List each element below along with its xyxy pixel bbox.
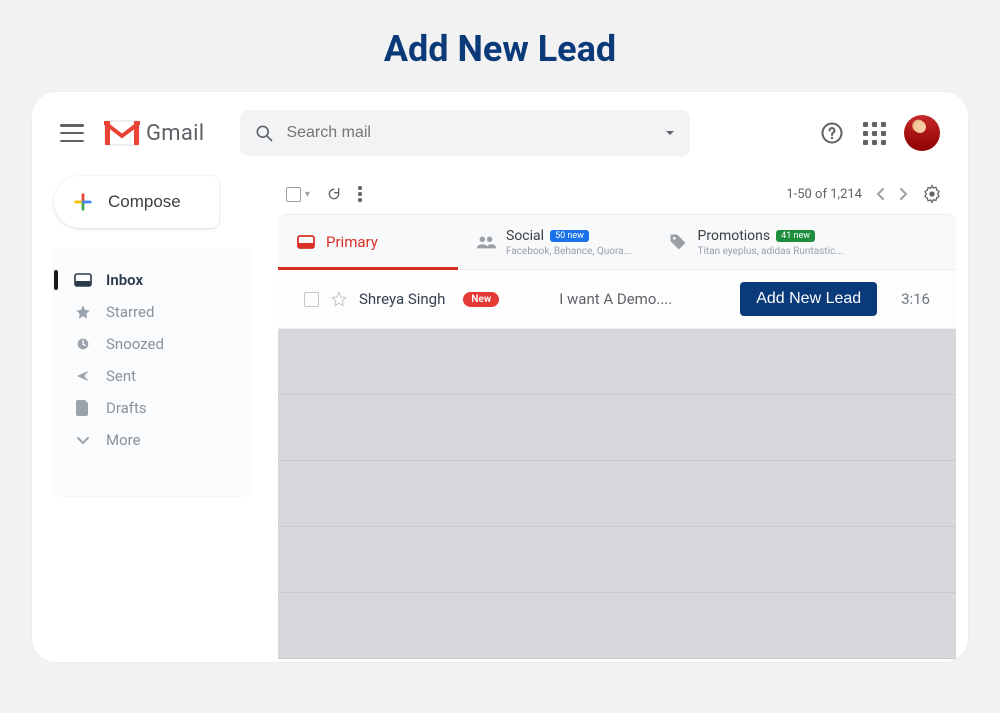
document-icon bbox=[74, 399, 92, 417]
tab-promotions[interactable]: Promotions 41 new Titan eyeplus, adidas … bbox=[650, 215, 862, 269]
new-badge: New bbox=[463, 292, 499, 307]
star-icon[interactable] bbox=[331, 291, 347, 307]
compose-button[interactable]: Compose bbox=[54, 176, 219, 228]
category-tabs: Primary Social 50 new Facebook, Behance,… bbox=[278, 214, 956, 270]
inbox-icon bbox=[74, 271, 92, 289]
list-item bbox=[278, 395, 956, 461]
chevron-down-icon bbox=[74, 431, 92, 449]
sidebar-item-label: More bbox=[106, 431, 141, 449]
email-sender: Shreya Singh bbox=[359, 290, 445, 308]
search-input[interactable] bbox=[286, 124, 652, 142]
sidebar: Compose Inbox Starred bbox=[32, 174, 260, 662]
placeholder-rows bbox=[278, 329, 956, 659]
send-icon bbox=[74, 367, 92, 385]
apps-grid-icon[interactable] bbox=[862, 121, 886, 145]
tab-badge: 41 new bbox=[776, 230, 815, 242]
sidebar-item-sent[interactable]: Sent bbox=[54, 360, 250, 392]
topbar-actions bbox=[820, 115, 940, 151]
search-options-icon[interactable] bbox=[664, 127, 676, 139]
star-icon bbox=[74, 303, 92, 321]
tab-primary[interactable]: Primary bbox=[278, 215, 458, 269]
toolbar: ▾ 1-50 of 1,214 bbox=[260, 174, 968, 214]
list-item bbox=[278, 329, 956, 395]
sidebar-item-label: Sent bbox=[106, 367, 136, 385]
inbox-icon bbox=[296, 232, 316, 252]
tab-social[interactable]: Social 50 new Facebook, Behance, Quora..… bbox=[458, 215, 650, 269]
sidebar-nav: Inbox Starred Snoozed bbox=[54, 250, 250, 496]
gmail-logo[interactable]: Gmail bbox=[104, 120, 204, 146]
tab-badge: 50 new bbox=[550, 230, 589, 242]
tab-label: Promotions bbox=[698, 228, 771, 244]
sidebar-item-label: Snoozed bbox=[106, 335, 164, 353]
page-prev-icon[interactable] bbox=[876, 187, 886, 201]
settings-icon[interactable] bbox=[922, 184, 942, 204]
menu-icon[interactable] bbox=[60, 124, 84, 142]
search-bar[interactable] bbox=[240, 110, 690, 156]
avatar[interactable] bbox=[904, 115, 940, 151]
people-icon bbox=[476, 232, 496, 252]
email-row[interactable]: Shreya Singh New I want A Demo.... Add N… bbox=[278, 270, 956, 329]
content-area: ▾ 1-50 of 1,214 bbox=[260, 174, 968, 662]
sidebar-item-starred[interactable]: Starred bbox=[54, 296, 250, 328]
page-title: Add New Lead bbox=[0, 0, 1000, 92]
sidebar-item-inbox[interactable]: Inbox bbox=[54, 264, 250, 296]
sidebar-item-label: Inbox bbox=[106, 271, 143, 289]
tab-label: Primary bbox=[326, 233, 378, 251]
topbar: Gmail bbox=[32, 92, 968, 174]
email-time: 3:16 bbox=[901, 290, 930, 308]
refresh-icon[interactable] bbox=[326, 186, 342, 202]
clock-icon bbox=[74, 335, 92, 353]
sidebar-item-snoozed[interactable]: Snoozed bbox=[54, 328, 250, 360]
list-item bbox=[278, 527, 956, 593]
list-item bbox=[278, 593, 956, 659]
sidebar-item-more[interactable]: More bbox=[54, 424, 250, 456]
add-new-lead-button[interactable]: Add New Lead bbox=[740, 282, 877, 316]
compose-label: Compose bbox=[108, 192, 181, 212]
tag-icon bbox=[668, 232, 688, 252]
sidebar-item-label: Starred bbox=[106, 303, 154, 321]
tab-label: Social bbox=[506, 228, 544, 244]
help-icon[interactable] bbox=[820, 121, 844, 145]
sidebar-item-label: Drafts bbox=[106, 399, 147, 417]
select-all-checkbox[interactable]: ▾ bbox=[286, 187, 310, 202]
row-checkbox[interactable] bbox=[304, 292, 319, 307]
tab-subtext: Facebook, Behance, Quora... bbox=[506, 246, 632, 257]
sidebar-item-drafts[interactable]: Drafts bbox=[54, 392, 250, 424]
search-icon bbox=[254, 123, 274, 143]
list-item bbox=[278, 461, 956, 527]
email-subject: I want A Demo.... bbox=[559, 290, 672, 308]
tab-subtext: Titan eyeplus, adidas Runtastic... bbox=[698, 246, 844, 257]
gmail-envelope-icon bbox=[104, 120, 140, 146]
plus-icon bbox=[72, 191, 94, 213]
gmail-wordmark: Gmail bbox=[146, 121, 204, 146]
page-next-icon[interactable] bbox=[898, 187, 908, 201]
gmail-app-window: Gmail bbox=[32, 92, 968, 662]
pagination-text: 1-50 of 1,214 bbox=[786, 187, 862, 202]
more-actions-icon[interactable] bbox=[358, 186, 362, 202]
